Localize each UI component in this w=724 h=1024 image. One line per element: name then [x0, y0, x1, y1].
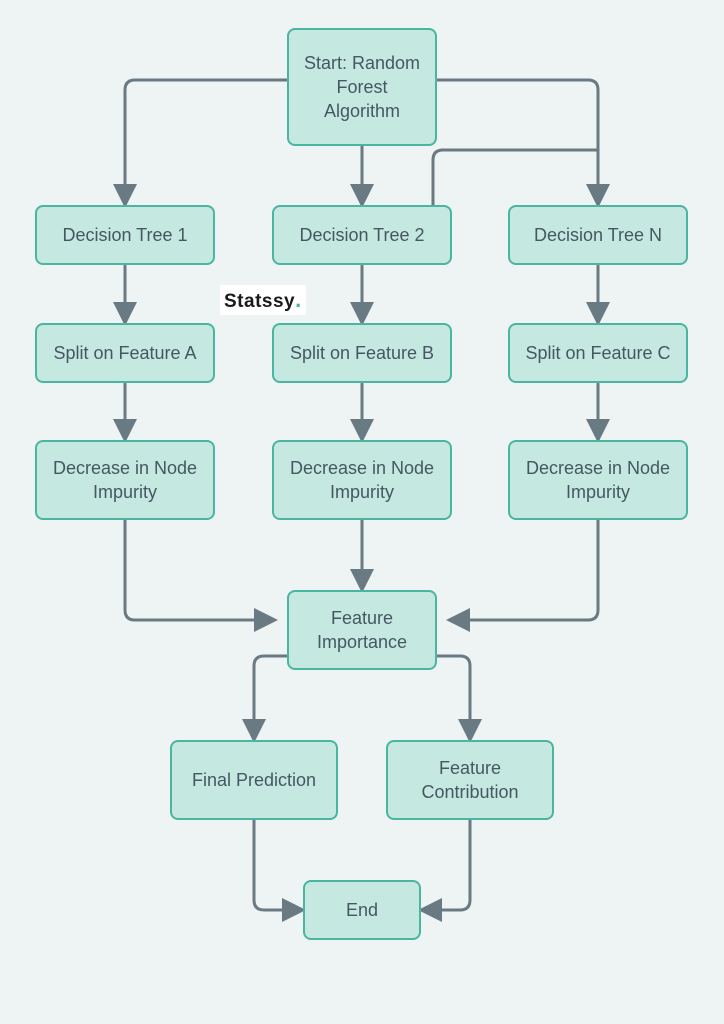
decrease-impurity-1-node: Decrease in Node Impurity [35, 440, 215, 520]
node-label: Split on Feature A [53, 341, 196, 365]
final-prediction-node: Final Prediction [170, 740, 338, 820]
decision-tree-n-node: Decision Tree N [508, 205, 688, 265]
node-label: Feature Contribution [398, 756, 542, 805]
decrease-impurity-2-node: Decrease in Node Impurity [272, 440, 452, 520]
decision-tree-1-node: Decision Tree 1 [35, 205, 215, 265]
start-node-label: Start: Random Forest Algorithm [299, 51, 425, 124]
node-label: Split on Feature B [290, 341, 434, 365]
node-label: Decision Tree 1 [62, 223, 187, 247]
node-label: Decrease in Node Impurity [520, 456, 676, 505]
end-node: End [303, 880, 421, 940]
start-node: Start: Random Forest Algorithm [287, 28, 437, 146]
node-label: Decrease in Node Impurity [47, 456, 203, 505]
decrease-impurity-3-node: Decrease in Node Impurity [508, 440, 688, 520]
node-label: Feature Importance [299, 606, 425, 655]
split-feature-a-node: Split on Feature A [35, 323, 215, 383]
watermark-text: Statssy [224, 291, 295, 312]
split-feature-b-node: Split on Feature B [272, 323, 452, 383]
node-label: End [346, 898, 378, 922]
node-label: Final Prediction [192, 768, 316, 792]
watermark-logo: Statssy. [220, 285, 306, 315]
feature-importance-node: Feature Importance [287, 590, 437, 670]
split-feature-c-node: Split on Feature C [508, 323, 688, 383]
watermark-dot: . [295, 287, 302, 312]
feature-contribution-node: Feature Contribution [386, 740, 554, 820]
node-label: Decrease in Node Impurity [284, 456, 440, 505]
node-label: Decision Tree 2 [299, 223, 424, 247]
decision-tree-2-node: Decision Tree 2 [272, 205, 452, 265]
node-label: Decision Tree N [534, 223, 662, 247]
node-label: Split on Feature C [525, 341, 670, 365]
